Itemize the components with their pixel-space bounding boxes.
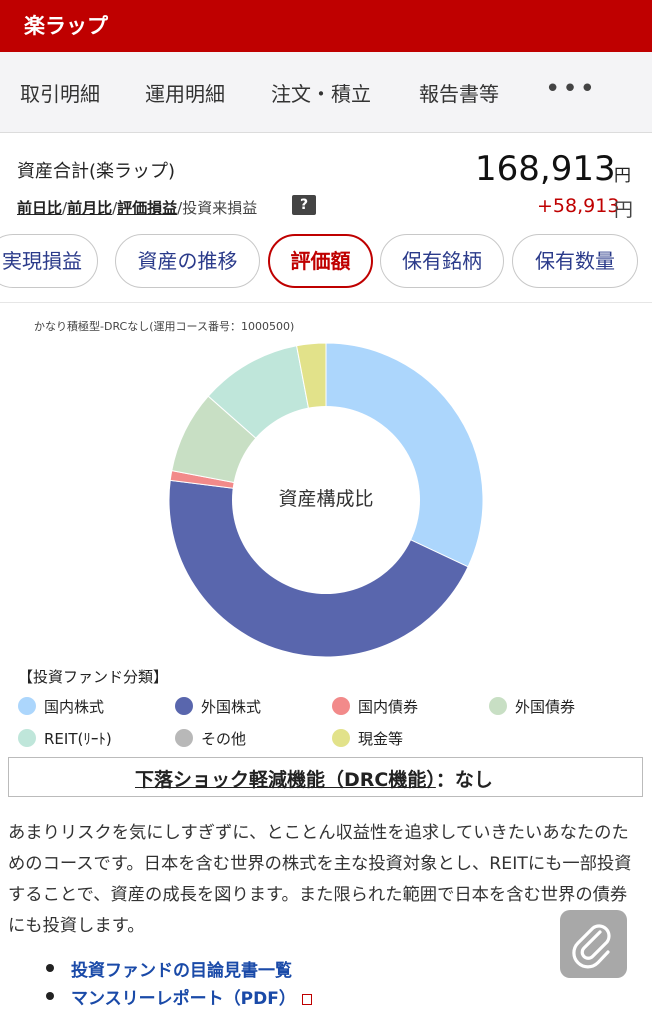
nav-item-orders[interactable]: 注文・積立 [271,78,371,107]
monthly-report-label: マンスリーレポート（PDF） [71,989,296,1009]
legend-swatch [332,729,350,747]
link-since-start[interactable]: 投資来損益 [182,199,257,217]
legend-label: 国内債券 [358,698,419,716]
legend-swatch [18,697,36,715]
legend-item: 外国株式 [175,696,261,717]
app-header: 楽ラップ [0,0,652,52]
donut-chart-svg: 資産構成比 [168,342,484,658]
drc-status: 下落ショック軽減機能（DRC機能）：なし [135,765,493,792]
paperclip-icon [572,924,611,969]
divider [0,302,652,303]
bullet-icon [46,964,54,972]
attachment-button[interactable] [560,910,627,978]
legend-item: 国内債券 [332,696,418,717]
app-title: 楽ラップ [24,14,108,38]
nav-item-operations[interactable]: 運用明細 [145,78,225,107]
help-icon[interactable]: ? [292,195,316,215]
legend-swatch [18,729,36,747]
legend-label: その他 [201,730,247,748]
drc-link[interactable]: 下落ショック軽減機能（DRC機能） [135,769,436,791]
legend-label: 外国株式 [201,698,262,716]
link-valuation-gain[interactable]: 評価損益 [117,199,177,217]
tab-asset-history[interactable]: 資産の推移 [115,234,260,288]
drc-value: ：なし [435,769,493,791]
legend-label: 外国債券 [515,698,576,716]
nav-bar: 取引明細 運用明細 注文・積立 報告書等 ••• [0,52,652,133]
nav-item-transactions[interactable]: 取引明細 [20,78,100,107]
nav-item-reports[interactable]: 報告書等 [419,78,499,107]
asset-total-unit: 円 [614,166,631,186]
monthly-report-link[interactable]: マンスリーレポート（PDF） [71,984,312,1009]
tab-holdings[interactable]: 保有銘柄 [380,234,504,288]
asset-total-label: 資産合計(楽ラップ) [17,161,176,182]
asset-composition-chart: 資産構成比 [156,330,496,670]
prospectus-link[interactable]: 投資ファンドの目論見書一覧 [71,956,292,981]
asset-total-value: 168,913 [475,149,616,189]
drc-status-box: 下落ショック軽減機能（DRC機能）：なし [8,757,643,797]
link-prev-day[interactable]: 前日比 [17,199,62,217]
chart-title: 資産構成比 [278,488,373,510]
valuation-gain-unit: 円 [614,199,634,221]
more-menu-icon[interactable]: ••• [545,74,597,104]
course-description: あまりリスクを気にしすぎずに、とことん収益性を追求していきたいあなたのためのコー… [8,823,632,936]
tab-bar: 実現損益 資産の推移 評価額 保有銘柄 保有数量 [0,230,652,294]
legend-label: 国内株式 [44,698,105,716]
valuation-gain-value: +58,913 [537,195,620,217]
legend-item: 外国債券 [489,696,575,717]
legend-swatch [175,697,193,715]
comparison-links: 前日比/前月比/評価損益/投資来損益 [17,199,258,217]
legend-item: その他 [175,728,246,749]
bullet-icon [46,992,54,1000]
legend-swatch [489,697,507,715]
tab-quantity[interactable]: 保有数量 [512,234,638,288]
legend-item: REIT(ﾘｰﾄ) [18,728,112,749]
legend-item: 現金等 [332,728,403,749]
legend-item: 国内株式 [18,696,104,717]
legend-label: 現金等 [358,730,404,748]
legend-swatch [332,697,350,715]
legend-label: REIT(ﾘｰﾄ) [44,730,112,748]
asset-summary: 資産合計(楽ラップ) 168,913 円 前日比/前月比/評価損益/投資来損益 … [0,133,652,229]
pdf-icon [301,994,312,1005]
tab-realized-gain[interactable]: 実現損益 [0,234,98,288]
legend-swatch [175,729,193,747]
tab-valuation[interactable]: 評価額 [268,234,373,288]
legend-heading: 【投資ファンド分類】 [18,668,169,686]
link-prev-month[interactable]: 前月比 [67,199,112,217]
